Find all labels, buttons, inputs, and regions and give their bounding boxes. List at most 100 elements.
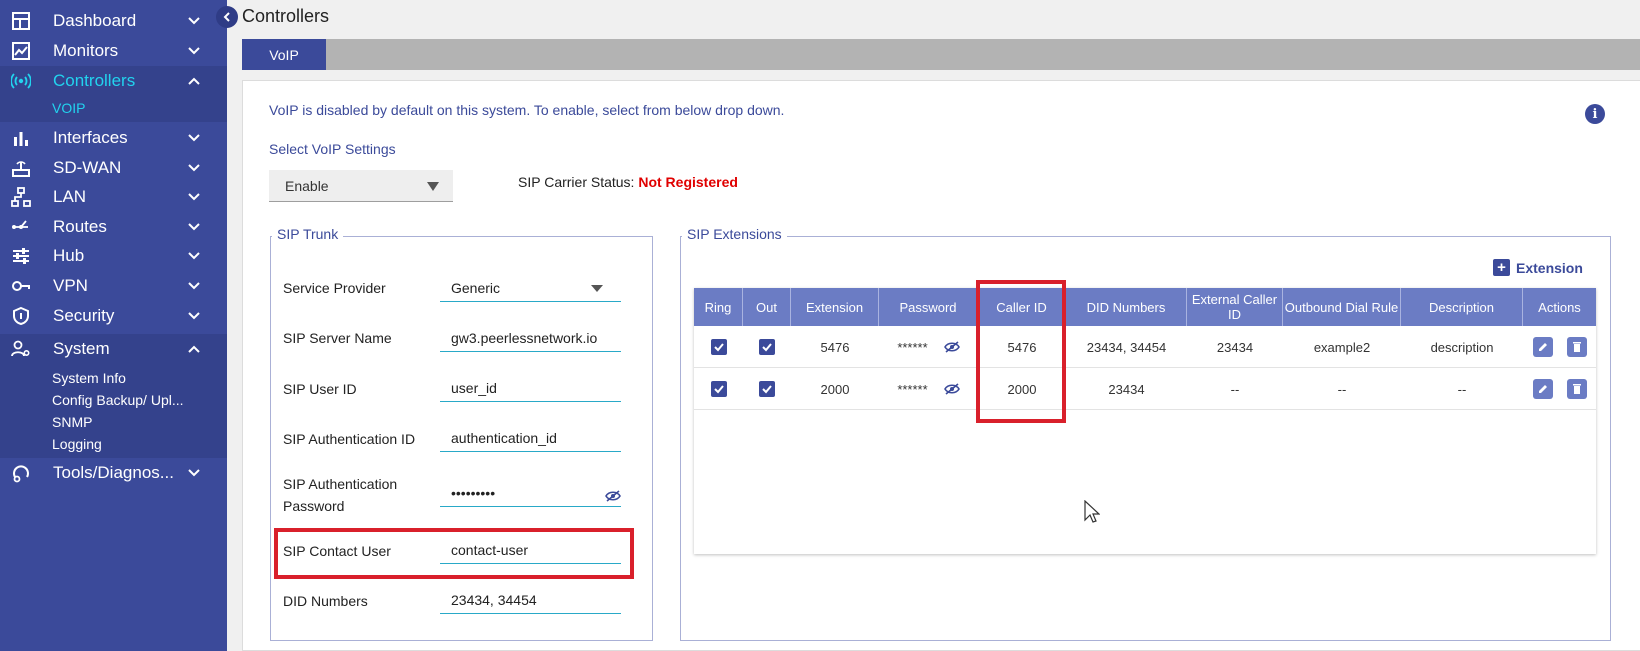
actions-cell bbox=[1523, 326, 1596, 368]
routes-icon bbox=[10, 216, 32, 238]
sidebar-item-lan[interactable]: LAN bbox=[0, 182, 227, 212]
sidebar-item-hub[interactable]: Hub bbox=[0, 241, 227, 271]
sidebar-item-vpn[interactable]: VPN bbox=[0, 271, 227, 301]
outbound-rule-cell: example2 bbox=[1313, 339, 1371, 355]
edit-button[interactable] bbox=[1532, 379, 1553, 399]
add-extension-button[interactable]: + Extension bbox=[1493, 259, 1583, 276]
collapse-sidebar-button[interactable] bbox=[216, 6, 238, 28]
dashboard-icon bbox=[10, 10, 32, 32]
sidebar-item-tools[interactable]: Tools/Diagnos... bbox=[0, 458, 227, 488]
delete-button[interactable] bbox=[1566, 337, 1587, 357]
trash-icon bbox=[1572, 342, 1581, 352]
sidebar-item-routes[interactable]: Routes bbox=[0, 212, 227, 242]
shield-icon bbox=[10, 305, 32, 327]
out-cell bbox=[743, 326, 791, 368]
sidebar-subitem-logging[interactable]: Logging bbox=[52, 436, 102, 452]
sip-auth-password-input[interactable]: ••••••••• bbox=[440, 479, 621, 507]
sip-server-name-input[interactable]: gw3.peerlessnetwork.io bbox=[440, 324, 621, 352]
sidebar-subitem-config-backup[interactable]: Config Backup/ Upl... bbox=[52, 392, 184, 408]
extension-cell: 2000 bbox=[820, 381, 850, 397]
bar-chart-icon bbox=[10, 127, 32, 149]
sidebar-item-label: Interfaces bbox=[53, 128, 128, 147]
user-settings-icon bbox=[10, 338, 32, 360]
ring-cell bbox=[694, 326, 743, 368]
sidebar-item-label: LAN bbox=[53, 187, 87, 206]
password-value: ****** bbox=[897, 381, 928, 397]
chevron-down-icon bbox=[188, 134, 200, 142]
did-cell: 23434 bbox=[1108, 381, 1145, 397]
table-row: 2000 ****** 2000 23434 -- -- -- bbox=[694, 368, 1596, 410]
pencil-icon bbox=[1538, 385, 1547, 393]
sidebar-item-label: Routes bbox=[53, 217, 107, 236]
chevron-left-icon bbox=[223, 12, 230, 22]
sip-auth-password-label-line1: SIP Authentication bbox=[283, 476, 398, 492]
info-icon[interactable]: i bbox=[1585, 104, 1605, 124]
chevron-up-icon bbox=[188, 77, 200, 85]
column-header-did-numbers: DID Numbers bbox=[1066, 288, 1187, 326]
sidebar-item-dashboard[interactable]: Dashboard bbox=[0, 6, 227, 36]
service-provider-label: Service Provider bbox=[283, 280, 386, 296]
antenna-icon bbox=[10, 70, 32, 92]
sidebar-item-controllers[interactable]: Controllers bbox=[0, 66, 227, 96]
did-numbers-label: DID Numbers bbox=[283, 593, 368, 609]
chevron-down-icon bbox=[188, 164, 200, 172]
out-checkbox[interactable] bbox=[759, 381, 775, 397]
service-provider-value: Generic bbox=[451, 279, 501, 296]
tab-voip[interactable]: VoIP bbox=[242, 39, 326, 70]
dropdown-arrow-icon bbox=[427, 182, 439, 191]
eye-off-icon[interactable] bbox=[605, 490, 621, 502]
ring-checkbox[interactable] bbox=[710, 381, 727, 397]
router-icon bbox=[10, 157, 32, 179]
column-header-actions: Actions bbox=[1538, 299, 1581, 315]
ring-checkbox[interactable] bbox=[710, 339, 727, 355]
service-provider-select[interactable]: Generic bbox=[440, 274, 621, 302]
column-header-password: Password bbox=[879, 288, 978, 326]
out-cell bbox=[743, 368, 791, 410]
delete-button[interactable] bbox=[1566, 379, 1587, 399]
chevron-down-icon bbox=[188, 312, 200, 320]
outbound-rule-cell: -- bbox=[1337, 381, 1347, 397]
eye-off-icon[interactable] bbox=[943, 383, 960, 395]
sidebar-item-interfaces[interactable]: Interfaces bbox=[0, 123, 227, 153]
chevron-down-icon bbox=[188, 223, 200, 231]
eye-off-icon[interactable] bbox=[943, 341, 960, 353]
did-numbers-input[interactable]: 23434, 34454 bbox=[440, 586, 621, 614]
sidebar: Dashboard Monitors Controllers VOIP Inte… bbox=[0, 0, 227, 651]
column-header-out: Out bbox=[743, 288, 791, 326]
sidebar-subitem-snmp[interactable]: SNMP bbox=[52, 414, 92, 430]
sidebar-subitem-system-info[interactable]: System Info bbox=[52, 370, 126, 386]
table-row: 5476 ****** 5476 23434, 34454 23434 exam… bbox=[694, 326, 1596, 368]
check-icon bbox=[762, 343, 772, 352]
check-icon bbox=[762, 385, 772, 394]
description-cell: -- bbox=[1457, 381, 1467, 397]
dropdown-arrow-icon bbox=[591, 285, 603, 292]
sidebar-item-security[interactable]: Security bbox=[0, 301, 227, 331]
ring-cell bbox=[694, 368, 743, 410]
sip-carrier-status: SIP Carrier Status: Not Registered bbox=[518, 174, 738, 190]
check-icon bbox=[713, 343, 724, 352]
sidebar-item-system[interactable]: System bbox=[0, 334, 227, 364]
password-value: ****** bbox=[897, 339, 928, 355]
sip-auth-password-value: ••••••••• bbox=[451, 484, 496, 501]
sidebar-item-label: System bbox=[53, 339, 110, 358]
sidebar-item-label: Dashboard bbox=[53, 11, 137, 30]
sidebar-subitem-voip[interactable]: VOIP bbox=[52, 100, 85, 116]
edit-button[interactable] bbox=[1532, 337, 1553, 357]
chevron-down-icon bbox=[188, 469, 200, 477]
voip-settings-select[interactable]: Enable bbox=[269, 170, 453, 202]
page-title: Controllers bbox=[242, 6, 330, 26]
out-checkbox[interactable] bbox=[759, 339, 775, 355]
sidebar-item-sdwan[interactable]: SD-WAN bbox=[0, 153, 227, 183]
sip-user-id-input[interactable]: user_id bbox=[440, 374, 621, 402]
highlight-box-caller-id bbox=[976, 280, 1066, 423]
sip-trunk-legend: SIP Trunk bbox=[272, 226, 344, 242]
sidebar-item-monitors[interactable]: Monitors bbox=[0, 36, 227, 66]
voip-notice: VoIP is disabled by default on this syst… bbox=[269, 102, 785, 118]
add-extension-label: Extension bbox=[1516, 259, 1583, 276]
submenu-background bbox=[0, 96, 227, 122]
external-caller-id-cell: -- bbox=[1230, 381, 1240, 397]
column-header-external-caller-id: External Caller ID bbox=[1187, 288, 1283, 326]
chevron-up-icon bbox=[188, 345, 200, 353]
description-cell: description bbox=[1430, 339, 1494, 355]
sip-auth-id-input[interactable]: authentication_id bbox=[440, 424, 621, 452]
